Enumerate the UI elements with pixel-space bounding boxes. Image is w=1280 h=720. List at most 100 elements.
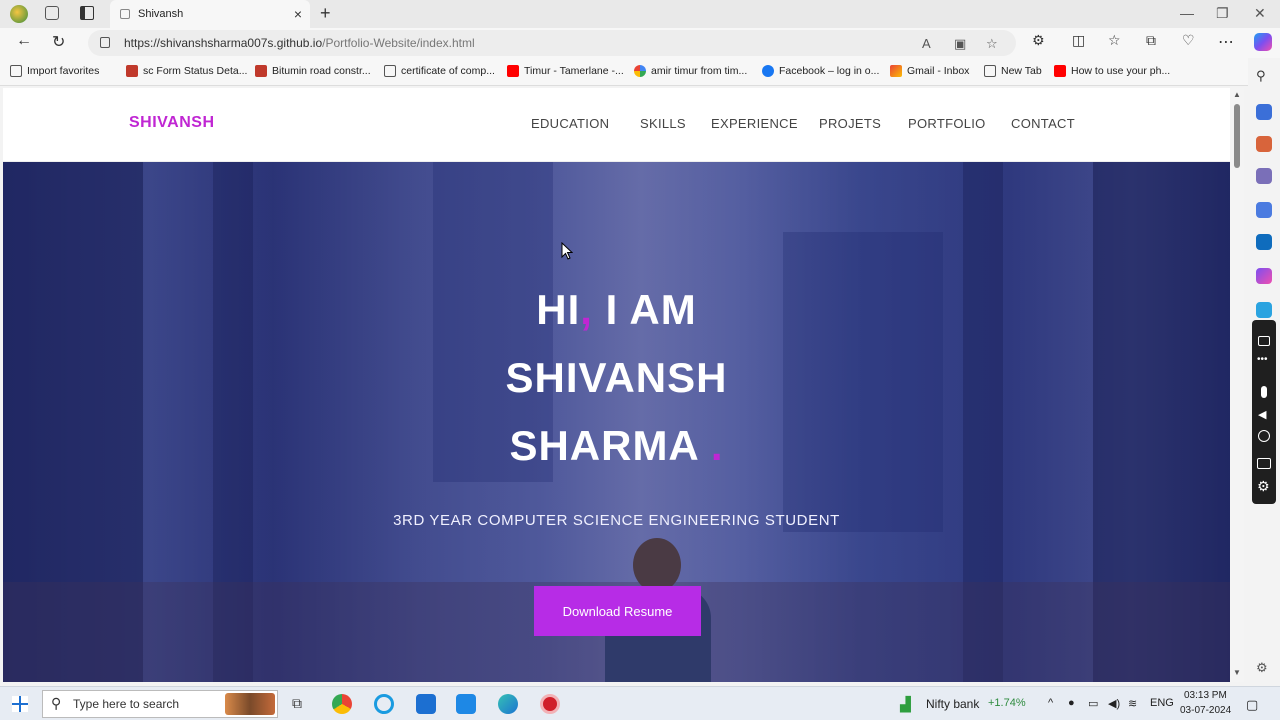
recorder-toolbar: ••• ◀ ⚙: [1252, 320, 1276, 504]
import-icon: [10, 65, 22, 77]
tools-icon[interactable]: [1256, 136, 1272, 152]
search-icon: ⚲: [51, 695, 62, 711]
tab-title: Shivansh: [138, 8, 184, 20]
shopping-icon[interactable]: [1256, 104, 1272, 120]
window-close-icon[interactable]: ✕: [1254, 5, 1266, 22]
nav-link-contact[interactable]: CONTACT: [1011, 116, 1075, 131]
chrome-icon[interactable]: [332, 694, 352, 714]
webcam-icon[interactable]: [1258, 430, 1270, 442]
store-icon[interactable]: [416, 694, 436, 714]
clock-date[interactable]: 03-07-2024: [1180, 705, 1231, 716]
favorites-bar: Import favorites sc Form Status Deta... …: [0, 58, 1280, 86]
download-resume-button[interactable]: Download Resume: [534, 586, 701, 636]
designer-icon[interactable]: [1256, 268, 1272, 284]
favorite-item[interactable]: Gmail - Inbox: [890, 65, 969, 77]
windows-taskbar: ⚲ Type here to search ⧉ ▟ Nifty bank +1.…: [0, 686, 1280, 720]
nav-link-projects[interactable]: PROJETS: [819, 116, 881, 131]
outlook-icon[interactable]: [1256, 234, 1272, 250]
wifi-icon[interactable]: ≋: [1128, 697, 1137, 710]
recorder-icon[interactable]: [540, 694, 560, 714]
favorite-item[interactable]: How to use your ph...: [1054, 65, 1170, 77]
google-icon: [634, 65, 646, 77]
hero-section: HI, I AM SHIVANSH SHARMA . 3RD YEAR COMP…: [3, 162, 1230, 682]
back-icon[interactable]: ←: [16, 32, 32, 50]
favorite-item[interactable]: Timur - Tamerlane -...: [507, 65, 624, 77]
workspaces-icon[interactable]: [45, 6, 59, 20]
favorite-star-icon[interactable]: ☆: [986, 36, 998, 52]
extensions-icon[interactable]: ⚙: [1032, 32, 1045, 49]
scroll-down-icon[interactable]: ▼: [1233, 668, 1241, 677]
ticker-name[interactable]: Nifty bank: [926, 697, 979, 711]
gmail-icon: [890, 65, 902, 77]
collections-icon[interactable]: ⧉: [1146, 32, 1156, 49]
url-text: https://shivanshsharma007s.github.io/Por…: [124, 36, 475, 50]
taskbar-search-placeholder: Type here to search: [73, 697, 180, 711]
microphone-tray-icon[interactable]: ●: [1068, 697, 1075, 709]
nav-link-skills[interactable]: SKILLS: [640, 116, 686, 131]
read-aloud-icon[interactable]: A: [922, 36, 931, 51]
nav-link-portfolio[interactable]: PORTFOLIO: [908, 116, 986, 131]
edge-icon[interactable]: [498, 694, 518, 714]
tab-favicon-icon: [120, 9, 130, 19]
hero-line-2: SHIVANSH: [505, 354, 728, 401]
site-brand[interactable]: SHIVANSH: [129, 114, 215, 132]
taskbar-search-input[interactable]: ⚲ Type here to search: [42, 690, 278, 718]
battery-icon[interactable]: ▭: [1088, 697, 1098, 710]
nav-link-experience[interactable]: EXPERIENCE: [711, 116, 798, 131]
address-bar[interactable]: https://shivanshsharma007s.github.io/Por…: [88, 30, 1016, 56]
split-screen-icon[interactable]: ◫: [1072, 32, 1085, 49]
favorite-item[interactable]: New Tab: [984, 65, 1042, 77]
vscode-icon[interactable]: [456, 694, 476, 714]
scrollbar-thumb[interactable]: [1234, 104, 1240, 168]
browser-essentials-icon[interactable]: ♡: [1182, 32, 1195, 49]
search-icon[interactable]: ⚲: [1256, 68, 1266, 84]
notifications-icon[interactable]: ▢: [1246, 697, 1258, 713]
window-icon[interactable]: [1257, 458, 1271, 469]
telegram-icon[interactable]: [1256, 302, 1272, 318]
volume-icon[interactable]: ◀): [1108, 697, 1120, 710]
favorite-item[interactable]: Bitumin road constr...: [255, 65, 371, 77]
settings-gear-icon[interactable]: ⚙: [1257, 478, 1270, 495]
more-icon[interactable]: •••: [1257, 354, 1268, 365]
edge-sidebar: ⚲ ••• ◀ ⚙ ⚙: [1248, 58, 1280, 682]
speaker-icon[interactable]: ◀: [1258, 408, 1266, 421]
minimize-icon[interactable]: —: [1180, 5, 1194, 21]
microsoft-365-icon[interactable]: [1256, 202, 1272, 218]
page-scrollbar[interactable]: ▲ ▼: [1230, 88, 1244, 682]
camera-icon[interactable]: [1258, 336, 1270, 346]
lock-icon: [100, 37, 110, 48]
favorite-item[interactable]: sc Form Status Deta...: [126, 65, 247, 77]
scroll-up-icon[interactable]: ▲: [1233, 90, 1241, 99]
profile-icon[interactable]: [10, 5, 28, 23]
tray-expand-icon[interactable]: ^: [1048, 697, 1053, 709]
refresh-icon[interactable]: ↻: [52, 32, 65, 52]
tab-active[interactable]: Shivansh ×: [110, 0, 310, 28]
copilot-icon[interactable]: [1254, 33, 1272, 51]
microphone-icon[interactable]: [1261, 386, 1267, 398]
favorite-item[interactable]: amir timur from tim...: [634, 65, 747, 77]
clock-time[interactable]: 03:13 PM: [1184, 690, 1227, 701]
favorite-item[interactable]: certificate of comp...: [384, 65, 495, 77]
favorites-icon[interactable]: ☆: [1108, 32, 1121, 49]
restore-icon[interactable]: ❐: [1216, 5, 1229, 22]
task-view-icon[interactable]: ⧉: [292, 695, 302, 712]
search-highlight-icon: [225, 693, 275, 715]
vertical-tabs-icon[interactable]: [80, 6, 94, 20]
page-icon: [384, 65, 396, 77]
more-menu-icon[interactable]: ⋯: [1218, 32, 1234, 52]
app-available-icon[interactable]: ▣: [954, 36, 966, 52]
favorite-item[interactable]: Import favorites: [10, 65, 99, 77]
language-indicator[interactable]: ENG: [1150, 697, 1174, 709]
favorite-item[interactable]: Facebook – log in o...: [762, 65, 879, 77]
facebook-icon: [762, 65, 774, 77]
tab-close-icon[interactable]: ×: [294, 6, 302, 22]
address-row: ← ↻ https://shivanshsharma007s.github.io…: [0, 28, 1280, 58]
sidebar-settings-icon[interactable]: ⚙: [1256, 660, 1268, 676]
hero-line-3: SHARMA .: [509, 422, 724, 469]
cortana-icon[interactable]: [374, 694, 394, 714]
new-tab-icon[interactable]: +: [320, 3, 331, 24]
hero-subtitle: 3RD YEAR COMPUTER SCIENCE ENGINEERING ST…: [393, 512, 840, 529]
games-icon[interactable]: [1256, 168, 1272, 184]
nav-link-education[interactable]: EDUCATION: [531, 116, 609, 131]
windows-start-icon[interactable]: [12, 696, 28, 712]
